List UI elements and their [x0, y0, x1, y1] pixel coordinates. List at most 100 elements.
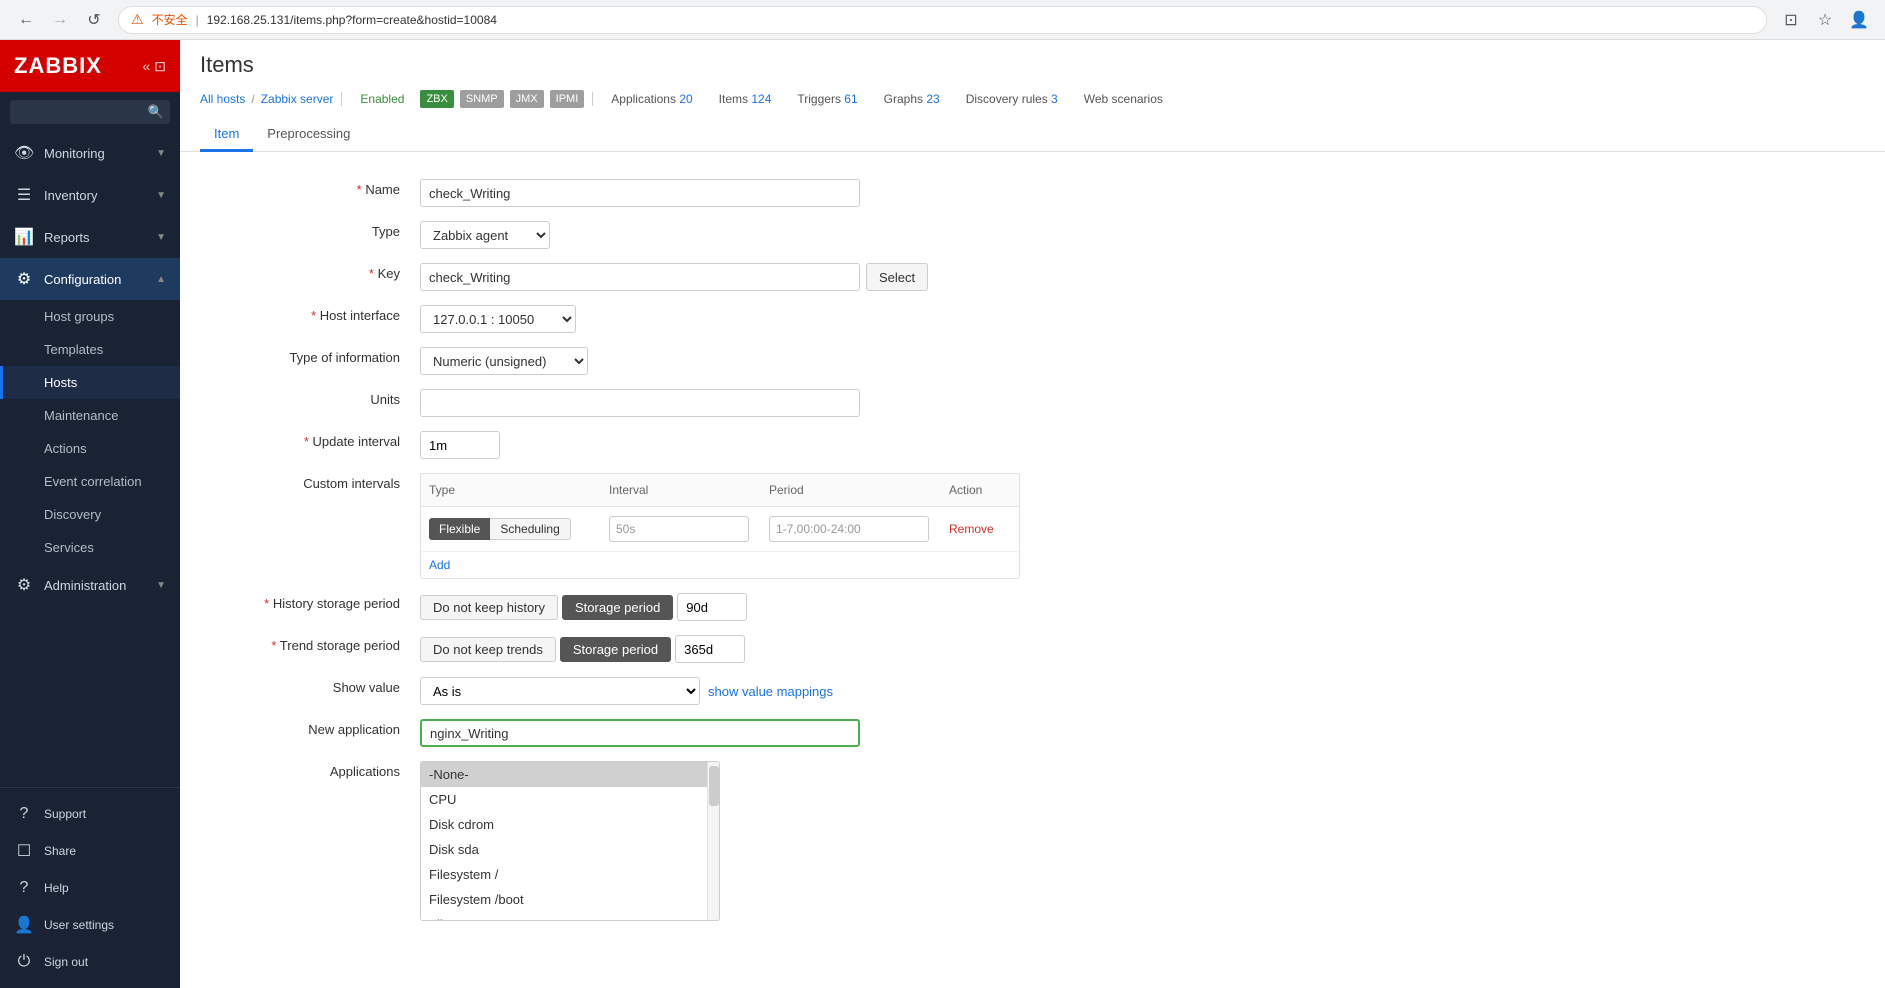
app-list-item-cpu[interactable]: CPU	[421, 787, 707, 812]
select-button[interactable]: Select	[866, 263, 928, 291]
show-value-select[interactable]: As is	[420, 677, 700, 705]
tab-preprocessing[interactable]: Preprocessing	[253, 118, 364, 152]
sidebar-item-share[interactable]: ☐ Share	[0, 832, 180, 870]
show-value-mappings-link[interactable]: show value mappings	[708, 684, 833, 699]
applications-row: Applications -None- CPU Disk cdrom Disk …	[210, 754, 1855, 928]
tab-item[interactable]: Item	[200, 118, 253, 152]
host-interface-select[interactable]: 127.0.0.1 : 10050	[420, 305, 576, 333]
ci-header-type: Type	[421, 479, 601, 501]
name-input[interactable]	[420, 179, 860, 207]
app-list-item-filesystem-boot[interactable]: Filesystem /boot	[421, 887, 707, 912]
host-badge-snmp[interactable]: SNMP	[460, 90, 504, 108]
user-settings-icon: 👤	[14, 915, 34, 935]
breadcrumb-host[interactable]: Zabbix server	[261, 92, 334, 106]
units-row: Units	[210, 382, 1855, 424]
sidebar-item-configuration-label: Configuration	[44, 272, 121, 287]
applications-scrollbar[interactable]	[707, 762, 719, 921]
add-link[interactable]: Add	[421, 552, 458, 578]
translate-icon[interactable]: ⊡	[1777, 6, 1805, 34]
do-not-keep-trends-button[interactable]: Do not keep trends	[420, 637, 556, 662]
sidebar-item-user-settings[interactable]: 👤 User settings	[0, 906, 180, 944]
sidebar-item-sign-out[interactable]: ⏻ Sign out	[0, 944, 180, 980]
user-settings-label: User settings	[44, 918, 114, 932]
host-tab-items[interactable]: Items 124	[709, 88, 782, 110]
browser-nav: ← → ↺	[12, 6, 108, 34]
bookmark-icon[interactable]: ☆	[1811, 6, 1839, 34]
sidebar-item-inventory[interactable]: ☰ Inventory ▼	[0, 174, 180, 216]
ci-data-row: Flexible Scheduling	[421, 507, 1019, 552]
key-input[interactable]	[420, 263, 860, 291]
sidebar-item-monitoring[interactable]: 👁 Monitoring ▼	[0, 132, 180, 174]
host-tab-graphs[interactable]: Graphs 23	[874, 88, 950, 110]
actions-label: Actions	[44, 441, 87, 456]
host-tab-enabled[interactable]: Enabled	[350, 88, 414, 110]
host-badge-ipmi[interactable]: IPMI	[550, 90, 585, 108]
app-list-item-filesystems[interactable]: Filesystems	[421, 912, 707, 921]
update-interval-row: Update interval	[210, 424, 1855, 466]
sidebar-nav: 👁 Monitoring ▼ ☰ Inventory ▼ 📊 Reports ▼…	[0, 132, 180, 787]
scheduling-button[interactable]: Scheduling	[490, 518, 570, 540]
host-tab-discovery-rules[interactable]: Discovery rules 3	[956, 88, 1068, 110]
type-of-info-row: Type of information Numeric (unsigned)	[210, 340, 1855, 382]
name-row: Name	[210, 172, 1855, 214]
address-bar[interactable]: ⚠ 不安全 | 192.168.25.131/items.php?form=cr…	[118, 6, 1767, 34]
app-list-item-disk-cdrom[interactable]: Disk cdrom	[421, 812, 707, 837]
host-tab-applications[interactable]: Applications 20	[601, 88, 702, 110]
discovery-rules-count: 3	[1051, 92, 1058, 106]
sidebar-item-administration[interactable]: ⚙ Administration ▼	[0, 564, 180, 606]
host-badge-zbx[interactable]: ZBX	[420, 90, 453, 108]
remove-link[interactable]: Remove	[949, 522, 994, 536]
applications-label: Applications	[330, 764, 400, 779]
app-list-item-disk-sda[interactable]: Disk sda	[421, 837, 707, 862]
sidebar-item-configuration[interactable]: ⚙ Configuration ▲	[0, 258, 180, 300]
history-storage-period-button[interactable]: Storage period	[562, 595, 673, 620]
host-interface-row: Host interface 127.0.0.1 : 10050	[210, 298, 1855, 340]
trend-period-input[interactable]	[675, 635, 745, 663]
sidebar-item-event-correlation[interactable]: Event correlation	[0, 465, 180, 498]
update-interval-label: Update interval	[304, 434, 400, 449]
ci-period-input[interactable]	[769, 516, 929, 542]
update-interval-input[interactable]	[420, 431, 500, 459]
history-period-input[interactable]	[677, 593, 747, 621]
back-button[interactable]: ←	[12, 6, 40, 34]
do-not-keep-history-button[interactable]: Do not keep history	[420, 595, 558, 620]
type-row: Type Zabbix agent	[210, 214, 1855, 256]
host-badge-jmx[interactable]: JMX	[510, 90, 544, 108]
sidebar-item-services[interactable]: Services	[0, 531, 180, 564]
ci-interval-input[interactable]	[609, 516, 749, 542]
sidebar-item-reports[interactable]: 📊 Reports ▼	[0, 216, 180, 258]
search-input[interactable]	[10, 100, 170, 124]
administration-icon: ⚙	[14, 575, 34, 595]
sidebar-item-templates[interactable]: Templates	[0, 333, 180, 366]
new-application-input[interactable]	[420, 719, 860, 747]
type-select[interactable]: Zabbix agent	[420, 221, 550, 249]
sidebar-item-actions[interactable]: Actions	[0, 432, 180, 465]
support-icon: ?	[14, 805, 34, 823]
collapse-icon[interactable]: «	[142, 58, 150, 75]
reload-button[interactable]: ↺	[80, 6, 108, 34]
sidebar-item-maintenance[interactable]: Maintenance	[0, 399, 180, 432]
app-list-item-none[interactable]: -None-	[421, 762, 707, 787]
units-input[interactable]	[420, 389, 860, 417]
trend-storage-period-button[interactable]: Storage period	[560, 637, 671, 662]
forward-button[interactable]: →	[46, 6, 74, 34]
host-tab-triggers[interactable]: Triggers 61	[787, 88, 867, 110]
sidebar-item-hosts[interactable]: Hosts	[0, 366, 180, 399]
app-list-item-filesystem-root[interactable]: Filesystem /	[421, 862, 707, 887]
sidebar-item-host-groups[interactable]: Host groups	[0, 300, 180, 333]
host-tab-web-scenarios[interactable]: Web scenarios	[1074, 88, 1173, 110]
expand-icon[interactable]: ⊡	[154, 58, 166, 75]
sidebar-item-support[interactable]: ? Support	[0, 796, 180, 832]
breadcrumb-all-hosts[interactable]: All hosts	[200, 92, 245, 106]
sidebar-item-discovery[interactable]: Discovery	[0, 498, 180, 531]
sidebar-item-help[interactable]: ? Help	[0, 870, 180, 906]
sign-out-icon: ⏻	[14, 953, 34, 971]
applications-listbox[interactable]: -None- CPU Disk cdrom Disk sda Filesyste…	[420, 761, 720, 921]
type-of-info-select[interactable]: Numeric (unsigned)	[420, 347, 588, 375]
profile-icon[interactable]: 👤	[1845, 6, 1873, 34]
item-tabs: Item Preprocessing	[200, 118, 1865, 151]
services-label: Services	[44, 540, 94, 555]
breadcrumb: All hosts / Zabbix server Enabled ZBX SN…	[200, 88, 1865, 110]
flexible-button[interactable]: Flexible	[429, 518, 490, 540]
sidebar-header-buttons: « ⊡	[142, 58, 166, 75]
